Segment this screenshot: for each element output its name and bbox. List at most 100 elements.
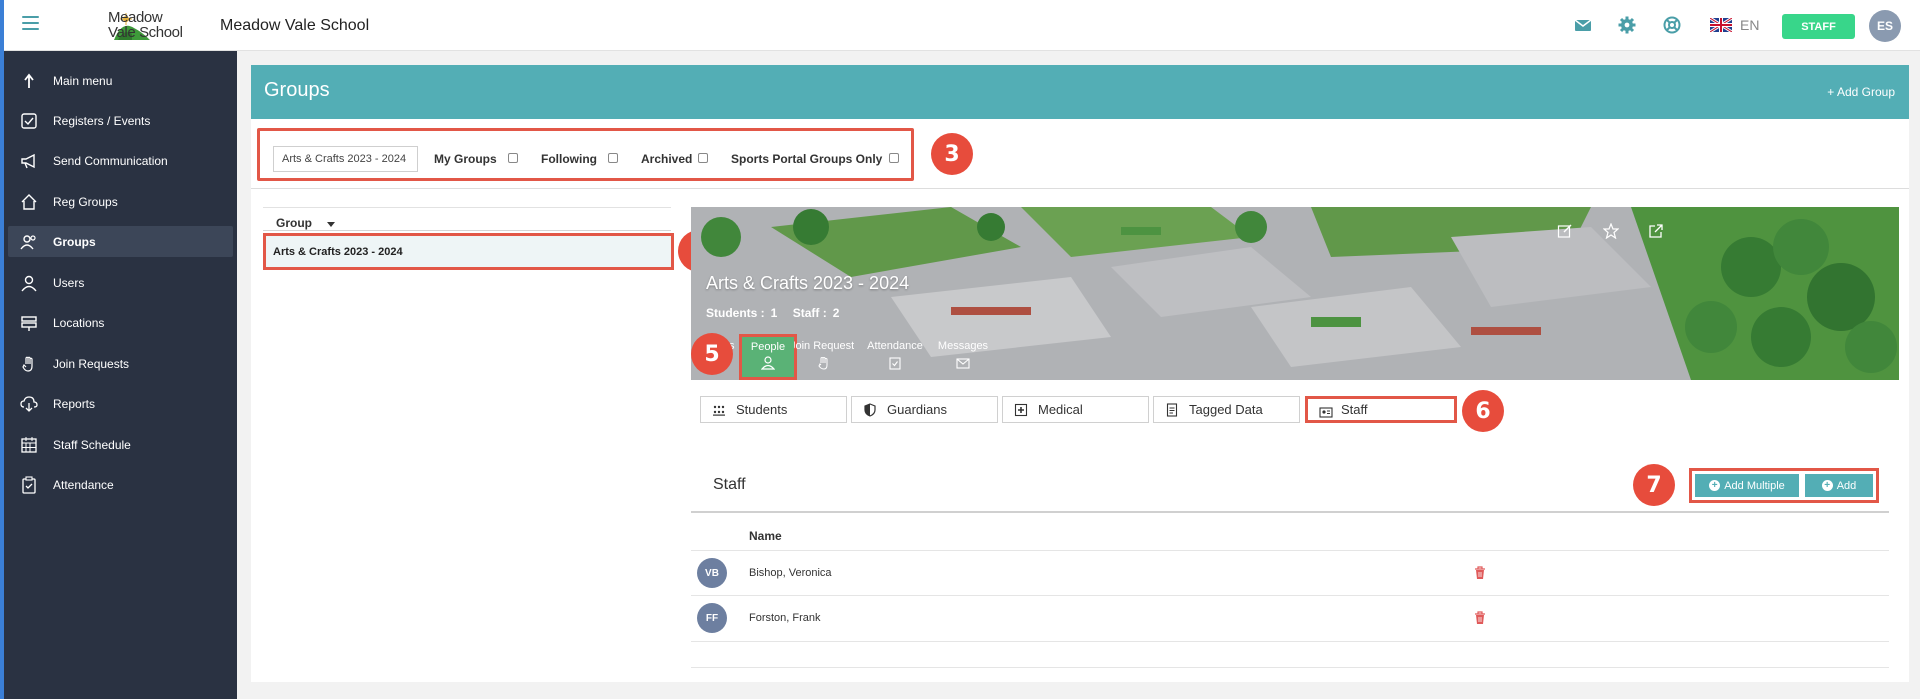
tab-join-requests-label: Join Requests: [794, 340, 854, 352]
group-banner: Arts & Crafts 2023 - 2024 Students : 1 St…: [691, 207, 1899, 380]
subtab-guardians[interactable]: Guardians: [851, 396, 998, 423]
checkbox-icon: [21, 112, 37, 129]
clipboard-icon: [22, 475, 36, 494]
sidebar-item-label: Registers / Events: [53, 113, 151, 128]
page-header: Groups + Add Group: [251, 65, 1909, 119]
step-badge-6: 6: [1462, 390, 1504, 432]
students-count-label: Students :: [706, 306, 765, 320]
step-badge-5: 5: [691, 333, 733, 375]
sports-only-checkbox[interactable]: [889, 153, 899, 163]
subtab-students[interactable]: Students: [700, 396, 847, 423]
star-icon[interactable]: [1603, 223, 1619, 239]
subtab-guardians-label: Guardians: [887, 402, 947, 417]
language-label: EN: [1740, 17, 1760, 33]
add-staff-button[interactable]: + Add: [1805, 474, 1873, 497]
role-badge[interactable]: STAFF: [1782, 14, 1855, 39]
envelope-icon: [956, 358, 970, 369]
tab-attendance[interactable]: Attendance: [867, 340, 923, 370]
subtab-students-label: Students: [736, 402, 788, 417]
sidebar-item-groups[interactable]: Groups: [8, 226, 233, 257]
shield-icon: [864, 403, 876, 417]
staff-count: 2: [832, 306, 840, 320]
hamburger-menu-icon[interactable]: [22, 16, 39, 30]
download-icon: [20, 395, 38, 412]
staff-name: Forston, Frank: [749, 612, 821, 624]
sidebar-item-attendance[interactable]: Attendance: [8, 469, 233, 500]
people-icon: [20, 234, 36, 249]
staff-name: Bishop, Veronica: [749, 567, 832, 579]
logo-line-2: Vale School: [108, 24, 183, 41]
sidebar-item-reg-groups[interactable]: Reg Groups: [8, 186, 233, 217]
lifebuoy-icon[interactable]: [1663, 16, 1681, 34]
sidebar-item-label: Main menu: [53, 73, 113, 88]
sidebar-item-reports[interactable]: Reports: [8, 388, 233, 419]
sports-only-label: Sports Portal Groups Only: [731, 152, 883, 166]
step-badge-7: 7: [1633, 464, 1675, 506]
following-checkbox[interactable]: [608, 153, 618, 163]
my-groups-checkbox[interactable]: [508, 153, 518, 163]
sidebar-item-staff-schedule[interactable]: Staff Schedule: [8, 429, 233, 460]
add-label: Add: [1836, 479, 1857, 492]
subtab-medical-label: Medical: [1038, 402, 1083, 417]
subtab-tagged-data[interactable]: Tagged Data: [1153, 396, 1300, 423]
edit-icon[interactable]: [1557, 223, 1573, 239]
trash-icon[interactable]: [1474, 611, 1486, 625]
sidebar-item-label: Users: [53, 275, 85, 290]
tab-messages-label: Messages: [937, 340, 989, 352]
logo-text: Meadow Vale School: [108, 10, 183, 40]
plus-circle-icon: +: [1821, 480, 1833, 491]
table-row[interactable]: FF Forston, Frank: [691, 595, 1889, 640]
sidebar-item-main-menu[interactable]: Main menu: [8, 65, 233, 96]
group-filter-select[interactable]: Arts & Crafts 2023 - 2024: [273, 146, 418, 172]
groups-panel: Groups + Add Group Arts & Crafts 2023 - …: [251, 65, 1909, 682]
sidebar-item-join-requests[interactable]: Join Requests: [8, 348, 233, 379]
subtab-medical[interactable]: Medical: [1002, 396, 1149, 423]
step-badge-3: 3: [931, 133, 973, 175]
sidebar: Main menu Registers / Events Send Commun…: [4, 51, 237, 699]
staff-section-title: Staff: [713, 476, 746, 493]
user-avatar[interactable]: ES: [1869, 10, 1901, 42]
tab-messages[interactable]: Messages: [936, 340, 990, 370]
grid-dots-icon: [713, 405, 725, 416]
trash-icon[interactable]: [1474, 566, 1486, 580]
sidebar-item-users[interactable]: Users: [8, 267, 233, 298]
tab-join-requests[interactable]: Join Requests: [794, 340, 854, 370]
subtab-tagged-data-label: Tagged Data: [1189, 402, 1263, 417]
my-groups-label: My Groups: [434, 152, 497, 166]
calendar-icon: [21, 436, 37, 453]
group-column-header[interactable]: Group: [276, 216, 312, 230]
group-list-row[interactable]: Arts & Crafts 2023 - 2024: [263, 233, 674, 270]
add-group-button[interactable]: + Add Group: [1827, 85, 1895, 99]
group-counts: Students : 1 Staff : 2: [706, 306, 845, 320]
back-arrow-icon: [24, 73, 34, 88]
table-bottom-border: [691, 641, 1889, 642]
group-header-divider: [263, 230, 671, 231]
page-title: Groups: [264, 79, 330, 101]
medical-icon: [1014, 403, 1028, 417]
table-row[interactable]: VB Bishop, Veronica: [691, 550, 1889, 595]
sidebar-item-locations[interactable]: Locations: [8, 307, 233, 338]
avatar: FF: [697, 603, 727, 633]
staff-actions: + Add Multiple + Add: [1689, 468, 1879, 503]
gear-icon[interactable]: [1618, 16, 1636, 34]
sidebar-item-registers-events[interactable]: Registers / Events: [8, 105, 233, 136]
add-multiple-button[interactable]: + Add Multiple: [1695, 474, 1799, 497]
hand-icon: [22, 356, 33, 372]
sort-caret-icon[interactable]: [327, 222, 335, 227]
avatar: VB: [697, 558, 727, 588]
students-count: 1: [770, 306, 778, 320]
name-column-header[interactable]: Name: [749, 529, 782, 543]
subtab-staff[interactable]: Staff: [1305, 396, 1457, 423]
language-selector[interactable]: EN: [1710, 17, 1759, 33]
group-list-top-border: [263, 207, 671, 208]
subtab-staff-label: Staff: [1341, 402, 1368, 417]
card-bottom-border: [691, 667, 1889, 668]
sidebar-item-send-communication[interactable]: Send Communication: [8, 145, 233, 176]
uk-flag-icon: [1710, 18, 1732, 32]
mail-icon[interactable]: [1574, 16, 1592, 34]
archived-checkbox[interactable]: [698, 153, 708, 163]
tab-people[interactable]: People: [739, 334, 797, 380]
hand-icon: [818, 357, 828, 370]
sidebar-item-label: Attendance: [53, 477, 114, 492]
external-link-icon[interactable]: [1648, 223, 1664, 239]
